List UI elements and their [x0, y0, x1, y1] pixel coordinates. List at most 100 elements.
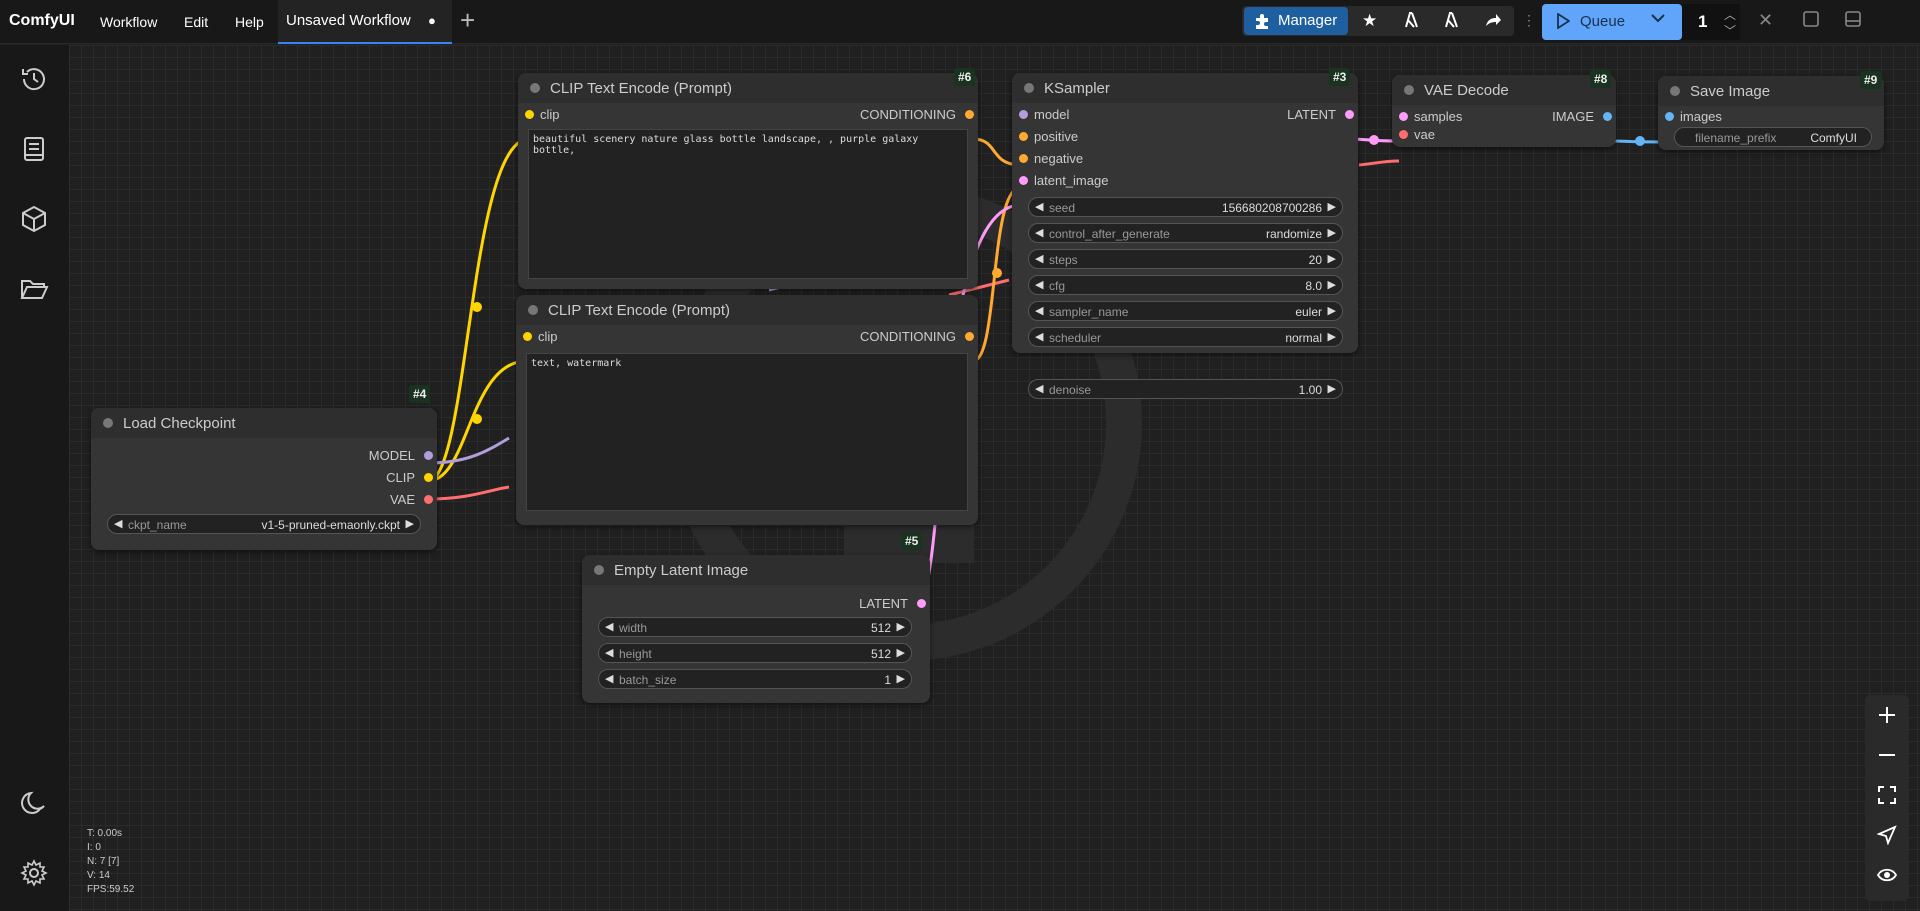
- clip-input-port[interactable]: [525, 110, 534, 119]
- node-title-bar[interactable]: VAE Decode: [1392, 75, 1616, 105]
- latent-image-input-port[interactable]: [1019, 176, 1028, 185]
- width-widget[interactable]: ◀ width 512 ▶: [598, 617, 912, 637]
- new-tab-button[interactable]: +: [460, 6, 475, 34]
- fit-view-icon[interactable]: [1877, 785, 1897, 805]
- history-icon[interactable]: [18, 63, 50, 95]
- locate-icon[interactable]: [1876, 825, 1897, 846]
- negative-input-port[interactable]: [1019, 154, 1028, 163]
- share-icon[interactable]: [1484, 11, 1502, 34]
- decrement-arrow-icon[interactable]: ◀: [605, 672, 613, 685]
- close-icon[interactable]: ✕: [1758, 10, 1773, 31]
- decrement-arrow-icon[interactable]: ◀: [605, 646, 613, 659]
- increment-arrow-icon[interactable]: ▶: [1328, 382, 1336, 395]
- menu-workflow[interactable]: Workflow: [100, 14, 157, 30]
- decrement-arrow-icon[interactable]: ◀: [1035, 252, 1043, 265]
- decrement-arrow-icon[interactable]: ◀: [1035, 330, 1043, 343]
- collapse-dot[interactable]: [1024, 83, 1034, 93]
- workflow-tab[interactable]: Unsaved Workflow ●: [278, 0, 452, 44]
- steps-widget[interactable]: ◀ steps 20 ▶: [1028, 249, 1343, 269]
- moon-icon[interactable]: [18, 787, 50, 819]
- folder-icon[interactable]: [18, 273, 50, 305]
- positive-input-port[interactable]: [1019, 132, 1028, 141]
- model-input-port[interactable]: [1019, 110, 1028, 119]
- sampler-name-widget[interactable]: ◀ sampler_name euler ▶: [1028, 301, 1343, 321]
- vae-output-port[interactable]: [424, 495, 433, 504]
- increment-arrow-icon[interactable]: ▶: [1328, 200, 1336, 213]
- ckpt-name-widget[interactable]: ◀ ckpt_name v1-5-pruned-emaonly.ckpt ▶: [107, 514, 421, 534]
- maximize-icon[interactable]: [1802, 10, 1820, 33]
- chevron-down-icon[interactable]: [1650, 10, 1666, 31]
- node-title-bar[interactable]: Empty Latent Image: [582, 555, 930, 585]
- decrement-arrow-icon[interactable]: ◀: [1035, 226, 1043, 239]
- filename-prefix-widget[interactable]: filename_prefix ComfyUI: [1674, 127, 1872, 147]
- collapse-dot[interactable]: [528, 305, 538, 315]
- decrement-icon[interactable]: ﹀: [1724, 22, 1736, 39]
- node-alt-icon[interactable]: [1442, 11, 1460, 34]
- collapse-dot[interactable]: [103, 418, 113, 428]
- clip-output-port[interactable]: [424, 473, 433, 482]
- decrement-arrow-icon[interactable]: ◀: [1035, 382, 1043, 395]
- model-output-port[interactable]: [424, 451, 433, 460]
- node-title-bar[interactable]: CLIP Text Encode (Prompt): [518, 73, 978, 103]
- latent-output-port[interactable]: [917, 599, 926, 608]
- library-icon[interactable]: [18, 133, 50, 165]
- menu-help[interactable]: Help: [235, 14, 264, 30]
- prompt-textarea[interactable]: beautiful scenery nature glass bottle la…: [528, 129, 968, 279]
- model-cube-icon[interactable]: [18, 203, 50, 235]
- clip-input-port[interactable]: [523, 332, 532, 341]
- prompt-textarea[interactable]: text, watermark: [526, 353, 968, 511]
- vae-decode-node[interactable]: VAE Decode samples vae IMAGE: [1392, 75, 1616, 147]
- decrement-arrow-icon[interactable]: ◀: [1035, 278, 1043, 291]
- increment-arrow-icon[interactable]: ▶: [897, 672, 905, 685]
- collapse-dot[interactable]: [1404, 85, 1414, 95]
- vae-input-port[interactable]: [1399, 130, 1408, 139]
- increment-arrow-icon[interactable]: ▶: [1328, 226, 1336, 239]
- zoom-out-icon[interactable]: [1877, 745, 1897, 765]
- decrement-arrow-icon[interactable]: ◀: [1035, 304, 1043, 317]
- clip-text-encode-node-negative[interactable]: CLIP Text Encode (Prompt) clip CONDITION…: [516, 295, 978, 525]
- decrement-arrow-icon[interactable]: ◀: [114, 517, 122, 530]
- increment-arrow-icon[interactable]: ▶: [1328, 304, 1336, 317]
- increment-arrow-icon[interactable]: ▶: [1328, 330, 1336, 343]
- decrement-arrow-icon[interactable]: ◀: [1035, 200, 1043, 213]
- load-checkpoint-node[interactable]: Load Checkpoint MODEL CLIP VAE ◀ ckpt_na…: [91, 408, 437, 550]
- increment-arrow-icon[interactable]: ▶: [897, 646, 905, 659]
- samples-input-port[interactable]: [1399, 112, 1408, 121]
- image-output-port[interactable]: [1603, 112, 1612, 121]
- cfg-widget[interactable]: ◀ cfg 8.0 ▶: [1028, 275, 1343, 295]
- node-title-bar[interactable]: CLIP Text Encode (Prompt): [516, 295, 978, 325]
- increment-arrow-icon[interactable]: ▶: [1328, 278, 1336, 291]
- node-icon[interactable]: [1402, 11, 1420, 34]
- conditioning-output-port[interactable]: [965, 110, 974, 119]
- latent-output-port[interactable]: [1345, 110, 1354, 119]
- empty-latent-image-node[interactable]: Empty Latent Image LATENT ◀ width 512 ▶ …: [582, 555, 930, 703]
- node-title-bar[interactable]: Save Image: [1658, 76, 1884, 106]
- denoise-widget[interactable]: ◀ denoise 1.00 ▶: [1028, 379, 1343, 399]
- menu-edit[interactable]: Edit: [184, 14, 208, 30]
- zoom-in-icon[interactable]: [1877, 705, 1897, 725]
- node-title-bar[interactable]: Load Checkpoint: [91, 408, 437, 438]
- increment-arrow-icon[interactable]: ▶: [897, 620, 905, 633]
- scheduler-widget[interactable]: ◀ scheduler normal ▶: [1028, 327, 1343, 347]
- manager-button[interactable]: Manager: [1244, 7, 1348, 35]
- collapse-dot[interactable]: [1670, 86, 1680, 96]
- increment-icon[interactable]: ︿: [1724, 6, 1736, 23]
- control-after-generate-widget[interactable]: ◀ control_after_generate randomize ▶: [1028, 223, 1343, 243]
- conditioning-output-port[interactable]: [965, 332, 974, 341]
- queue-count-input[interactable]: 1 ︿ ﹀: [1682, 4, 1740, 40]
- queue-button[interactable]: Queue: [1542, 4, 1682, 40]
- clip-text-encode-node-positive[interactable]: CLIP Text Encode (Prompt) clip CONDITION…: [518, 73, 978, 289]
- height-widget[interactable]: ◀ height 512 ▶: [598, 643, 912, 663]
- collapse-dot[interactable]: [530, 83, 540, 93]
- settings-gear-icon[interactable]: [18, 857, 50, 889]
- increment-arrow-icon[interactable]: ▶: [406, 517, 414, 530]
- ksampler-node[interactable]: KSampler model positive negative latent_…: [1012, 73, 1358, 353]
- graph-canvas[interactable]: CLIP Text Encode (Prompt) clip CONDITION…: [69, 45, 1920, 911]
- star-icon[interactable]: ★: [1362, 11, 1377, 31]
- visibility-icon[interactable]: [1876, 865, 1898, 885]
- batch-size-widget[interactable]: ◀ batch_size 1 ▶: [598, 669, 912, 689]
- panel-icon[interactable]: [1844, 10, 1862, 33]
- node-title-bar[interactable]: KSampler: [1012, 73, 1358, 103]
- decrement-arrow-icon[interactable]: ◀: [605, 620, 613, 633]
- seed-widget[interactable]: ◀ seed 156680208700286 ▶: [1028, 197, 1343, 217]
